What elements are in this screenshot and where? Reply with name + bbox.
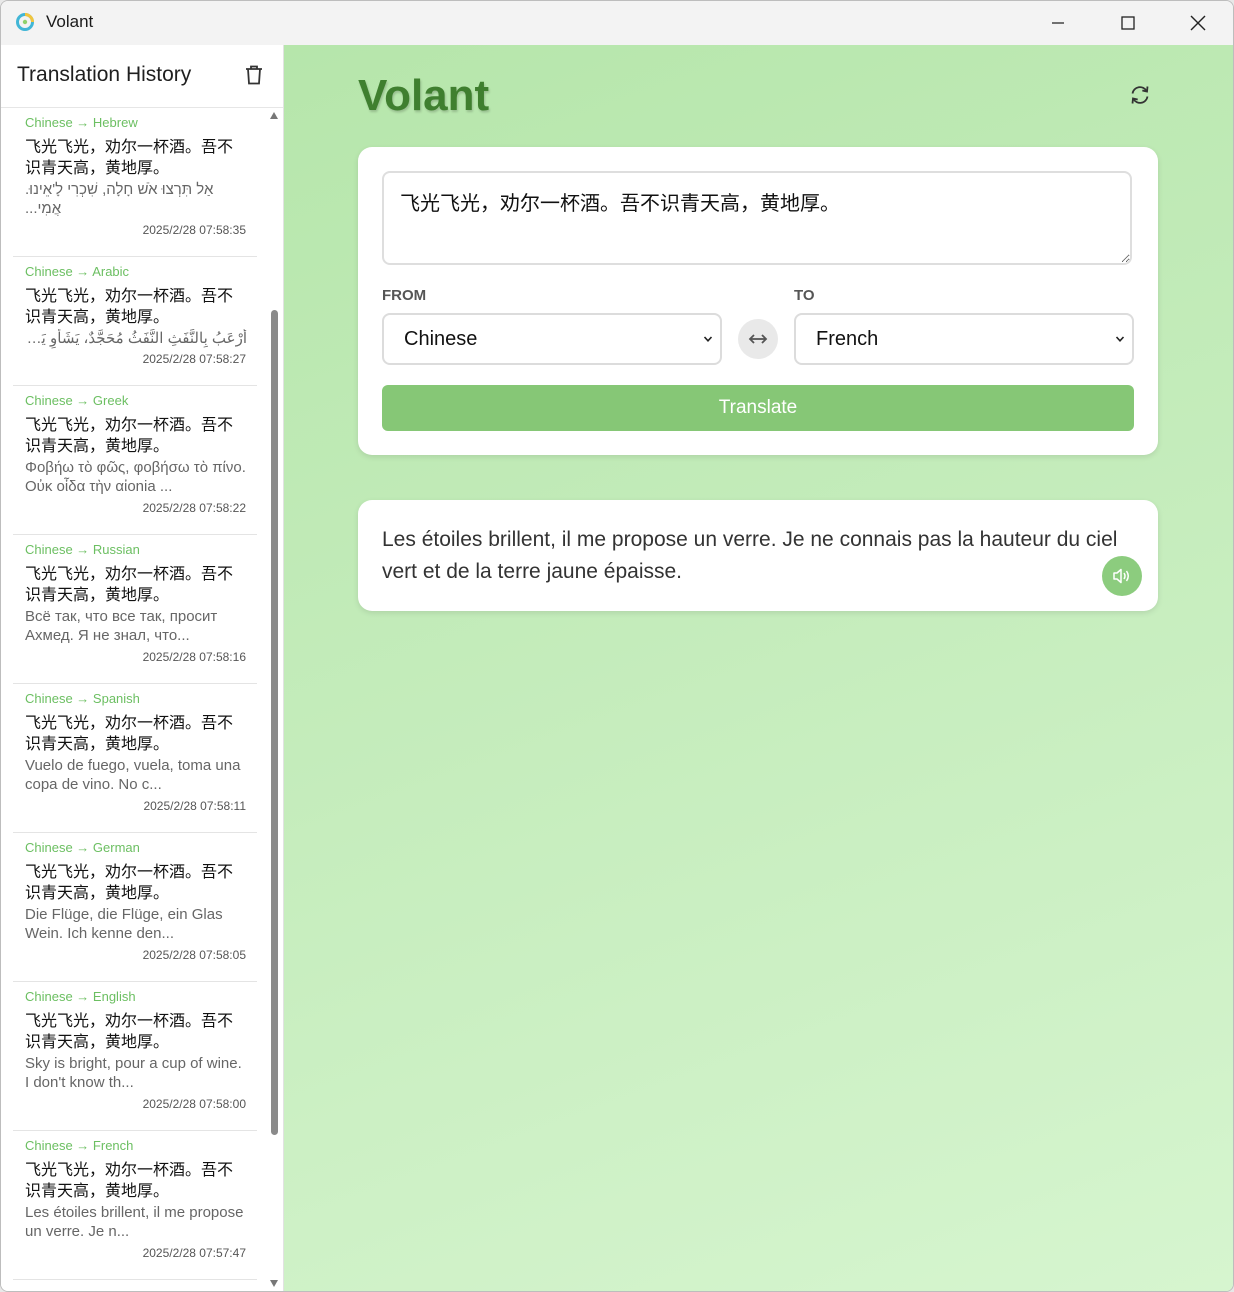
- history-source: 飞光飞光，劝尔一杯酒。吾不识青天高，黄地厚。: [25, 286, 234, 326]
- history-langs: Chinese → German: [25, 840, 140, 855]
- sidebar-header: Translation History: [1, 45, 283, 108]
- history-time: 2025/2/28 07:58:16: [142, 650, 246, 664]
- history-langs: Chinese → Greek: [25, 393, 129, 408]
- history-item[interactable]: Chinese → French 飞光飞光，劝尔一杯酒。吾不识青天高，黄地厚。 …: [13, 1131, 257, 1280]
- speak-button[interactable]: [1102, 556, 1142, 596]
- input-card: 飞光飞光，劝尔一杯酒。吾不识青天高，黄地厚。 FROM TO Chinese F…: [358, 147, 1158, 455]
- app-window: Volant Translation History Chinese → Heb…: [0, 0, 1234, 1292]
- trash-icon: [246, 65, 262, 85]
- history-target: أَرْعَبُ بِالنَّفَثِ النَّفَثُ مُحَجَّدٌ…: [25, 330, 247, 347]
- scroll-down-arrow-icon[interactable]: [270, 1280, 278, 1287]
- history-target: Die Flüge, die Flüge, ein Glas Wein. Ich…: [25, 906, 223, 942]
- minimize-icon: [1052, 22, 1064, 24]
- from-label: FROM: [382, 287, 427, 304]
- history-source: 飞光飞光，劝尔一杯酒。吾不识青天高，黄地厚。: [25, 1011, 234, 1051]
- history-item[interactable]: Chinese → English 飞光飞光，劝尔一杯酒。吾不识青天高，黄地厚。…: [13, 982, 257, 1131]
- history-target: אַל תִּרְצוּ אֹשׁ חָלָה, שִׁכְרִי לָ'אֵי…: [25, 181, 214, 217]
- history-scrollbar[interactable]: [267, 108, 281, 1291]
- history-item[interactable]: Chinese → Spanish 飞光飞光，劝尔一杯酒。吾不识青天高，黄地厚。…: [13, 684, 257, 833]
- close-icon: [1190, 15, 1206, 31]
- source-text-input[interactable]: 飞光飞光，劝尔一杯酒。吾不识青天高，黄地厚。: [382, 171, 1132, 265]
- swap-arrows-icon: [748, 334, 768, 344]
- history-item[interactable]: Chinese → Greek 飞光飞光，劝尔一杯酒。吾不识青天高，黄地厚。 Φ…: [13, 386, 257, 535]
- history-sidebar: Translation History Chinese → Hebrew 飞光飞…: [1, 45, 284, 1291]
- app-title: Volant: [358, 71, 490, 120]
- history-langs: Chinese → English: [25, 989, 136, 1004]
- chevron-down-icon: [703, 336, 713, 342]
- refresh-button[interactable]: [1128, 83, 1152, 107]
- history-source: 飞光飞光，劝尔一杯酒。吾不识青天高，黄地厚。: [25, 713, 234, 753]
- history-target: Всё так, что все так, просит Ахмед. Я не…: [25, 608, 218, 644]
- history-langs: Chinese → Spanish: [25, 691, 140, 706]
- scroll-up-arrow-icon[interactable]: [270, 112, 278, 119]
- history-source: 飞光飞光，劝尔一杯酒。吾不识青天高，黄地厚。: [25, 564, 234, 604]
- history-source: 飞光飞光，劝尔一杯酒。吾不识青天高，黄地厚。: [25, 137, 234, 177]
- history-target: Les étoiles brillent, il me propose un v…: [25, 1204, 244, 1240]
- history-item[interactable]: Chinese → Russian 飞光飞光，劝尔一杯酒。吾不识青天高，黄地厚。…: [13, 535, 257, 684]
- history-source: 飞光飞光，劝尔一杯酒。吾不识青天高，黄地厚。: [25, 862, 234, 902]
- history-time: 2025/2/28 07:58:27: [142, 352, 246, 366]
- scrollbar-thumb[interactable]: [271, 310, 278, 1135]
- volant-logo-icon: [15, 12, 35, 32]
- history-time: 2025/2/28 07:58:05: [142, 948, 246, 962]
- history-time: 2025/2/28 07:58:11: [143, 799, 246, 813]
- window-title: Volant: [46, 12, 94, 31]
- history-time: 2025/2/28 07:58:00: [142, 1097, 246, 1111]
- history-list[interactable]: Chinese → Hebrew 飞光飞光，劝尔一杯酒。吾不识青天高，黄地厚。 …: [1, 108, 265, 1291]
- to-language-value: French: [816, 327, 879, 350]
- minimize-button[interactable]: [1023, 1, 1093, 45]
- close-button[interactable]: [1163, 1, 1233, 45]
- main-panel: Volant 飞光飞光，劝尔一杯酒。吾不识青天高，黄地厚。 FROM TO Ch…: [284, 45, 1233, 1291]
- to-label: TO: [794, 287, 815, 304]
- history-time: 2025/2/28 07:57:47: [142, 1246, 246, 1260]
- history-time: 2025/2/28 07:58:22: [142, 501, 246, 515]
- output-card: Les étoiles brillent, il me propose un v…: [358, 500, 1158, 611]
- history-langs: Chinese → Russian: [25, 542, 140, 557]
- history-source: 飞光飞光，劝尔一杯酒。吾不识青天高，黄地厚。: [25, 1160, 234, 1200]
- title-bar: Volant: [1, 1, 1233, 45]
- to-language-select[interactable]: French: [794, 313, 1134, 365]
- history-item[interactable]: Chinese → Hebrew 飞光飞光，劝尔一杯酒。吾不识青天高，黄地厚。 …: [13, 108, 257, 257]
- history-langs: Chinese → Arabic: [25, 264, 130, 279]
- maximize-icon: [1121, 16, 1135, 30]
- history-target: Φοβήω τὸ φῶς, φοβήσω τὸ πίνο. Οὐκ οἶδα τ…: [25, 459, 246, 495]
- history-target: Vuelo de fuego, vuela, toma una copa de …: [25, 757, 241, 793]
- chevron-down-icon: [1115, 336, 1125, 342]
- history-item[interactable]: Chinese → German 飞光飞光，劝尔一杯酒。吾不识青天高，黄地厚。 …: [13, 833, 257, 982]
- translation-output: Les étoiles brillent, il me propose un v…: [382, 528, 1118, 583]
- refresh-icon: [1131, 86, 1149, 104]
- swap-languages-button[interactable]: [738, 319, 778, 359]
- history-item[interactable]: Chinese → Arabic 飞光飞光，劝尔一杯酒。吾不识青天高，黄地厚。 …: [13, 257, 257, 386]
- speaker-icon: [1113, 568, 1129, 584]
- sidebar-title: Translation History: [17, 63, 192, 86]
- history-target: Sky is bright, pour a cup of wine. I don…: [25, 1055, 242, 1091]
- maximize-button[interactable]: [1093, 1, 1163, 45]
- history-time: 2025/2/28 07:58:35: [142, 223, 246, 237]
- translate-button[interactable]: Translate: [382, 385, 1134, 431]
- from-language-select[interactable]: Chinese: [382, 313, 722, 365]
- history-langs: Chinese → Hebrew: [25, 115, 138, 130]
- history-langs: Chinese → French: [25, 1138, 134, 1153]
- from-language-value: Chinese: [404, 327, 478, 350]
- history-source: 飞光飞光，劝尔一杯酒。吾不识青天高，黄地厚。: [25, 415, 234, 455]
- clear-history-button[interactable]: [242, 63, 266, 87]
